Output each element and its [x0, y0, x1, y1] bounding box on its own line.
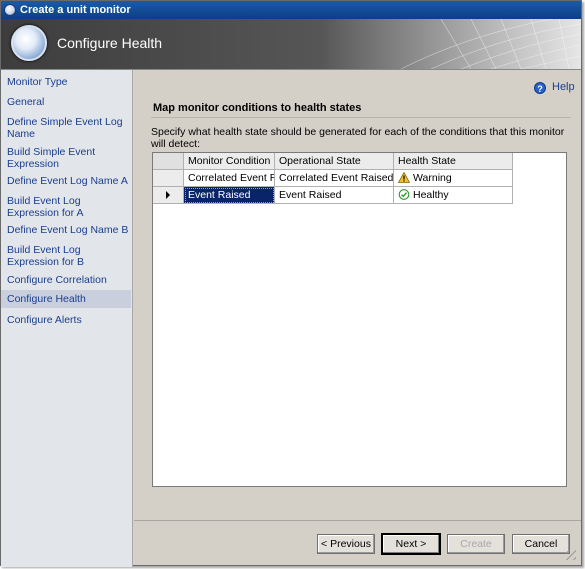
column-header-health-state[interactable]: Health State [394, 153, 513, 170]
nav-item-define-event-log-name-b[interactable]: Define Event Log Name B [7, 224, 129, 236]
health-state-label: Warning [413, 172, 452, 184]
row-header[interactable] [153, 170, 184, 187]
health-state-cell[interactable]: Warning [394, 170, 513, 187]
nav-item-configure-health[interactable]: Configure Health [1, 290, 131, 308]
help-icon: ? [534, 82, 546, 94]
nav-item-general[interactable]: General [7, 96, 129, 108]
section-divider [151, 117, 571, 118]
wizard-orb-icon [11, 25, 47, 61]
wizard-header: Configure Health [1, 19, 581, 69]
operational-state-cell[interactable]: Correlated Event Raised [275, 170, 394, 187]
health-state-cell[interactable]: Healthy [394, 187, 513, 204]
title-bar[interactable]: Create a unit monitor [1, 1, 581, 19]
wizard-nav: Monitor Type General Define Simple Event… [1, 70, 133, 567]
decorative-grid-graphic [400, 19, 581, 69]
nav-item-monitor-type[interactable]: Monitor Type [7, 76, 129, 88]
previous-button[interactable]: < Previous [317, 534, 375, 554]
nav-item-build-event-log-expression-b[interactable]: Build Event Log Expression for B [7, 244, 129, 268]
app-icon [4, 4, 16, 16]
nav-item-configure-correlation[interactable]: Configure Correlation [7, 274, 129, 286]
health-mapping-grid: Monitor Condition Operational State Heal… [152, 152, 567, 487]
monitor-condition-cell[interactable]: Correlated Event Ra... [184, 170, 275, 187]
healthy-check-icon [398, 189, 410, 200]
resize-grip[interactable] [566, 550, 576, 560]
nav-item-build-event-log-expression-a[interactable]: Build Event Log Expression for A [7, 195, 129, 219]
current-row-arrow-icon [166, 191, 170, 199]
page-title: Configure Health [57, 35, 163, 51]
window-title: Create a unit monitor [20, 4, 131, 16]
row-header[interactable] [153, 187, 184, 204]
next-button[interactable]: Next > [382, 534, 440, 554]
grid-corner-header [153, 153, 184, 170]
footer-divider [134, 520, 581, 521]
section-title: Map monitor conditions to health states [153, 102, 362, 114]
help-label: Help [552, 81, 575, 93]
content-panel: ? Help Map monitor conditions to health s… [134, 70, 581, 520]
health-state-label: Healthy [413, 189, 449, 201]
help-link[interactable]: ? Help [534, 81, 575, 94]
warning-icon [398, 172, 410, 183]
create-button[interactable]: Create [447, 534, 505, 554]
operational-state-cell[interactable]: Event Raised [275, 187, 394, 204]
nav-item-build-simple-event-expression[interactable]: Build Simple Event Expression [7, 146, 129, 170]
instruction-text: Specify what health state should be gene… [151, 126, 565, 150]
cancel-button[interactable]: Cancel [512, 534, 570, 554]
column-header-operational-state[interactable]: Operational State [275, 153, 394, 170]
monitor-condition-cell[interactable]: Event Raised [184, 187, 275, 204]
wizard-window: Create a unit monitor Configure Health M… [0, 0, 582, 567]
nav-item-define-event-log-name-a[interactable]: Define Event Log Name A [7, 175, 129, 187]
nav-item-configure-alerts[interactable]: Configure Alerts [7, 314, 129, 326]
column-header-monitor-condition[interactable]: Monitor Condition [184, 153, 275, 170]
nav-item-define-simple-event-log-name[interactable]: Define Simple Event Log Name [7, 116, 129, 140]
